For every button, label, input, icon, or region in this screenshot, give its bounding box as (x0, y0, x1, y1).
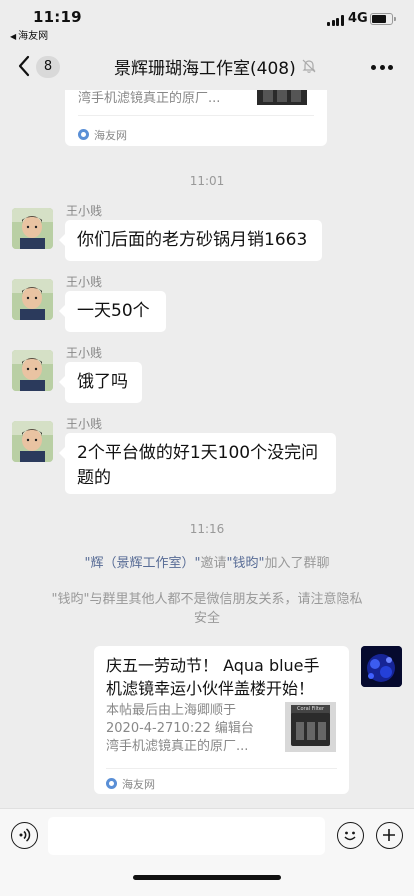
avatar[interactable] (12, 421, 53, 462)
my-avatar[interactable] (361, 646, 402, 687)
unread-count-badge[interactable]: 8 (36, 56, 60, 78)
message-input[interactable] (48, 817, 325, 855)
message-list[interactable]: 湾手机滤镜真正的原厂... 海友网 11:01 王小贱 你们后面的老方砂锅月销1… (0, 90, 414, 808)
system-join-notice: "辉（景辉工作室）"邀请"钱昀"加入了群聊 (84, 556, 330, 571)
message-bubble[interactable]: 2个平台做的好1天100个没完问 题的 (59, 433, 336, 494)
chat-title: 景辉珊瑚海工作室(408) (114, 59, 296, 79)
message-bubble[interactable]: 你们后面的老方砂锅月销1663 (59, 220, 322, 261)
more-dots-icon[interactable] (371, 65, 393, 71)
bell-off-icon (301, 58, 317, 74)
link-card-thumbnail (257, 90, 307, 105)
battery-icon (370, 13, 396, 25)
inviter-link[interactable]: "辉（景辉工作室）" (85, 556, 201, 571)
voice-icon[interactable] (11, 822, 38, 849)
home-indicator[interactable] (133, 875, 281, 880)
timestamp: 11:01 (189, 174, 225, 188)
message-line: 题的 (77, 468, 111, 488)
link-card-source-label: 海友网 (94, 129, 127, 142)
chat-header: 8 景辉珊瑚海工作室(408) (0, 44, 414, 90)
message-bubble[interactable]: 一天50个 (59, 291, 166, 332)
thumbnail-label: Coral Filter (291, 705, 330, 713)
return-app-label: 海友网 (18, 31, 49, 42)
link-card-desc: 湾手机滤镜真正的原厂... (78, 91, 221, 106)
message-line: 2个平台做的好1天100个没完问 (77, 443, 319, 463)
plus-icon[interactable] (376, 822, 403, 849)
timestamp: 11:16 (189, 522, 225, 536)
link-card-top[interactable]: 湾手机滤镜真正的原厂... 海友网 (65, 90, 327, 146)
back-triangle-icon: ◀ (10, 32, 17, 41)
input-bar (0, 808, 414, 896)
return-to-app-link[interactable]: ◀ 海友网 (10, 27, 48, 42)
link-card[interactable]: 庆五一劳动节！ Aqua blue手 机滤镜幸运小伙伴盖楼开始！ 本帖最后由上海… (94, 646, 349, 794)
source-icon (106, 778, 117, 789)
invitee-link[interactable]: "钱昀" (227, 556, 265, 571)
source-icon (78, 129, 89, 140)
link-card-source: 海友网 (78, 127, 127, 143)
link-card-source-label: 海友网 (122, 778, 155, 791)
avatar[interactable] (12, 279, 53, 320)
battery-level (372, 15, 387, 23)
sender-name: 王小贱 (66, 275, 103, 289)
link-card-desc: 本帖最后由上海卿顺于 2020-4-2710:22 编辑台 湾手机滤镜真正的原厂… (106, 703, 254, 754)
link-card-title: 庆五一劳动节！ Aqua blue手 机滤镜幸运小伙伴盖楼开始！ (106, 656, 320, 698)
emoji-icon[interactable] (337, 822, 364, 849)
network-type: 4G (348, 11, 368, 26)
sender-name: 王小贱 (66, 417, 103, 431)
status-bar: 11:19 ◀ 海友网 4G (0, 0, 414, 44)
privacy-notice: "钱昀"与群里其他人都不是微信朋友关系，请注意隐私 安全 (51, 592, 363, 626)
avatar[interactable] (12, 350, 53, 391)
signal-icon (327, 15, 345, 26)
status-time: 11:19 (33, 8, 82, 26)
avatar[interactable] (12, 208, 53, 249)
sender-name: 王小贱 (66, 346, 103, 360)
link-card-thumbnail: Coral Filter (285, 702, 336, 752)
chevron-left-icon[interactable] (17, 55, 37, 77)
sender-name: 王小贱 (66, 204, 103, 218)
link-card-source: 海友网 (106, 776, 155, 792)
message-bubble[interactable]: 饿了吗 (59, 362, 142, 403)
